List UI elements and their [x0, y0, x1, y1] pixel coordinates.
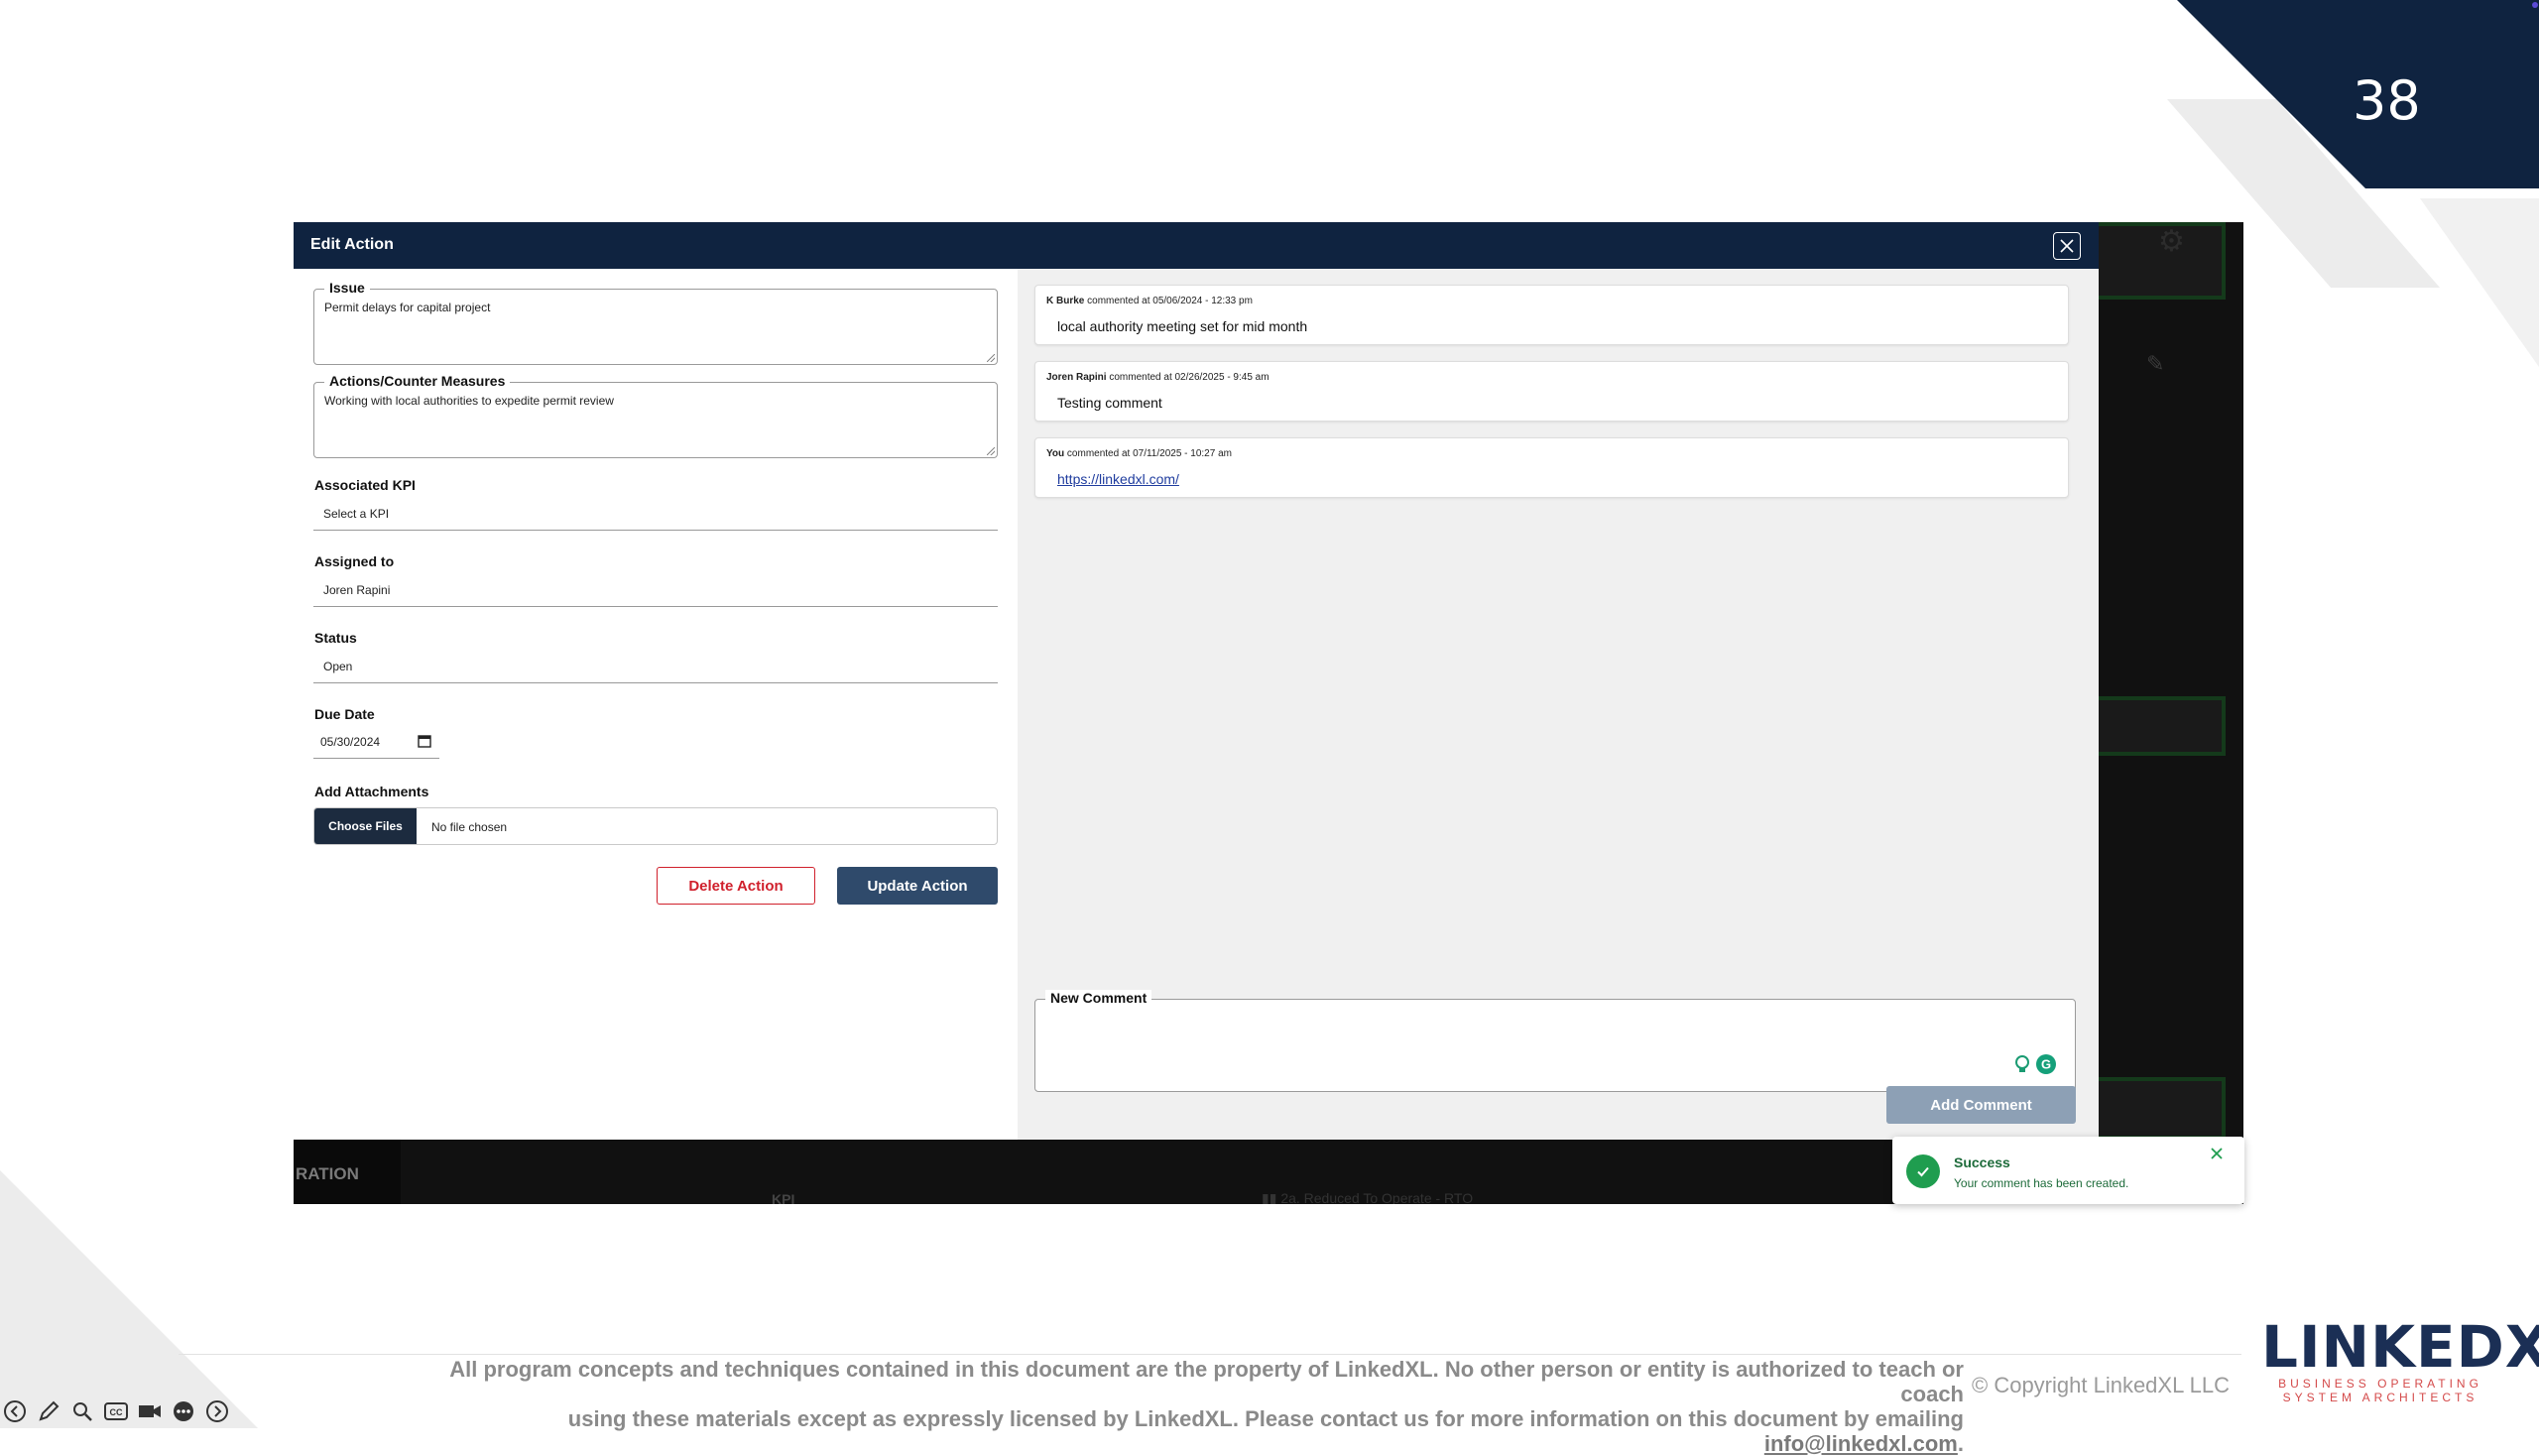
- linkedxl-logo: LINKEDXL BUSINESS OPERATING SYSTEM ARCHI…: [2261, 1313, 2539, 1404]
- pen-icon[interactable]: [36, 1398, 61, 1424]
- bar-chart-icon: ▮▮: [1262, 1190, 1277, 1204]
- assigned-label: Assigned to: [314, 553, 395, 569]
- captions-icon[interactable]: CC: [103, 1398, 129, 1424]
- app-frame: ⚙ ✎ RATION KPI ▮▮ 2a. Reduced To Operate…: [294, 222, 2243, 1204]
- issue-legend: Issue: [324, 280, 370, 296]
- issue-value: Permit delays for capital project: [324, 301, 491, 314]
- svg-text:G: G: [2041, 1057, 2051, 1072]
- comment-meta: Joren Rapini commented at 02/26/2025 - 9…: [1046, 372, 1270, 383]
- comment-text: local authority meeting set for mid mont…: [1057, 318, 1308, 334]
- edit-icon: ✎: [2146, 351, 2165, 376]
- logo-wordmark: LINKEDXL: [2261, 1313, 2539, 1381]
- forward-icon[interactable]: [204, 1398, 230, 1424]
- footer-disclaimer: All program concepts and techniques cont…: [417, 1357, 1964, 1456]
- assigned-value: Joren Rapini: [323, 583, 391, 597]
- grammarly-icon[interactable]: G: [2035, 1053, 2057, 1075]
- actions-legend: Actions/Counter Measures: [324, 373, 511, 389]
- status-label: Status: [314, 630, 357, 646]
- add-comment-button[interactable]: Add Comment: [1886, 1086, 2076, 1124]
- resize-handle[interactable]: [987, 447, 995, 455]
- back-icon[interactable]: [2, 1398, 28, 1424]
- toast-title: Success: [1954, 1154, 2010, 1170]
- new-comment-legend: New Comment: [1045, 990, 1152, 1006]
- svg-text:CC: CC: [110, 1407, 123, 1417]
- close-button[interactable]: [2053, 232, 2081, 260]
- check-icon: [1906, 1154, 1940, 1188]
- edit-action-modal: Edit Action Issue Permit delays for capi…: [294, 222, 2099, 1140]
- comment-author: Joren Rapini: [1046, 372, 1107, 383]
- grammarly-widget[interactable]: G: [2013, 1051, 2059, 1077]
- resize-handle[interactable]: [987, 354, 995, 362]
- lightbulb-icon[interactable]: [2013, 1054, 2031, 1074]
- status-value: Open: [323, 660, 353, 673]
- comment-card: Joren Rapini commented at 02/26/2025 - 9…: [1034, 361, 2069, 422]
- comment-author: K Burke: [1046, 296, 1085, 306]
- kpi-label: Associated KPI: [314, 477, 416, 493]
- background-bar-text: ▮▮ 2a. Reduced To Operate - RTO: [1262, 1190, 1473, 1204]
- logo-tagline-1: BUSINESS OPERATING: [2278, 1377, 2482, 1391]
- comment-timestamp: commented at 05/06/2024 - 12:33 pm: [1084, 296, 1253, 306]
- comment-timestamp: commented at 02/26/2025 - 9:45 am: [1106, 372, 1270, 383]
- footer-line-1: All program concepts and techniques cont…: [449, 1357, 1964, 1406]
- success-toast: Success Your comment has been created.: [1892, 1137, 2244, 1204]
- comment-card: K Burke commented at 05/06/2024 - 12:33 …: [1034, 285, 2069, 345]
- page-number: 38: [2353, 69, 2421, 132]
- due-date-label: Due Date: [314, 706, 375, 722]
- kpi-value: Select a KPI: [323, 507, 390, 521]
- close-icon: [2060, 239, 2074, 253]
- zoom-icon[interactable]: [69, 1398, 95, 1424]
- comments-panel: K Burke commented at 05/06/2024 - 12:33 …: [1018, 269, 2099, 1140]
- update-action-button[interactable]: Update Action: [837, 867, 998, 905]
- due-date-input[interactable]: 05/30/2024: [313, 727, 439, 759]
- file-input[interactable]: Choose Files No file chosen: [313, 807, 998, 845]
- actions-textarea[interactable]: Actions/Counter Measures Working with lo…: [313, 373, 998, 458]
- comment-text: Testing comment: [1057, 395, 1162, 411]
- assigned-select[interactable]: Joren Rapini: [313, 575, 998, 607]
- comment-meta: You commented at 07/11/2025 - 10:27 am: [1046, 448, 1232, 459]
- more-icon[interactable]: [171, 1398, 196, 1424]
- calendar-icon[interactable]: [418, 734, 431, 748]
- comment-timestamp: commented at 07/11/2025 - 10:27 am: [1064, 448, 1232, 459]
- comment-meta: K Burke commented at 05/06/2024 - 12:33 …: [1046, 296, 1253, 306]
- new-comment-textarea[interactable]: New Comment G: [1034, 990, 2076, 1092]
- comment-author: You: [1046, 448, 1065, 459]
- camera-icon[interactable]: [137, 1398, 163, 1424]
- footer-copyright: © Copyright LinkedXL LLC: [1972, 1373, 2230, 1397]
- footer-period: .: [1957, 1431, 1964, 1456]
- actions-value: Working with local authorities to expedi…: [324, 394, 614, 408]
- indicator-dot: [2532, 2, 2538, 8]
- slide-bottom-triangle: [0, 1170, 258, 1428]
- issue-textarea[interactable]: Issue Permit delays for capital project: [313, 280, 998, 365]
- status-select[interactable]: Open: [313, 652, 998, 683]
- file-status: No file chosen: [431, 820, 508, 834]
- form-fields: Issue Permit delays for capital project …: [294, 222, 1018, 1140]
- toast-message: Your comment has been created.: [1954, 1176, 2129, 1190]
- slide-corner-banner: [2177, 0, 2539, 188]
- background-kpi-header: KPI: [772, 1191, 795, 1204]
- choose-files-button[interactable]: Choose Files: [314, 808, 417, 844]
- delete-action-button[interactable]: Delete Action: [657, 867, 815, 905]
- comment-text: https://linkedxl.com/: [1057, 471, 1179, 487]
- footer-line-2: using these materials except as expressl…: [417, 1406, 1964, 1456]
- background-bar-label: 2a. Reduced To Operate - RTO: [1280, 1190, 1474, 1204]
- presentation-toolbar: CC: [0, 1396, 230, 1426]
- comment-link[interactable]: https://linkedxl.com/: [1057, 471, 1179, 487]
- comment-card: You commented at 07/11/2025 - 10:27 am h…: [1034, 437, 2069, 498]
- footer-divider: [179, 1354, 2241, 1355]
- attachments-label: Add Attachments: [314, 784, 429, 799]
- toast-close-icon[interactable]: [2210, 1147, 2224, 1160]
- footer-email-link[interactable]: info@linkedxl.com: [1764, 1431, 1958, 1456]
- background-nav-label: RATION: [296, 1164, 359, 1183]
- logo-tagline-2: SYSTEM ARCHITECTS: [2282, 1391, 2479, 1404]
- gear-icon: ⚙: [2158, 225, 2185, 258]
- kpi-select[interactable]: Select a KPI: [313, 499, 998, 531]
- footer-line-2-text: using these materials except as expressl…: [567, 1406, 1964, 1431]
- due-date-value: 05/30/2024: [320, 735, 381, 749]
